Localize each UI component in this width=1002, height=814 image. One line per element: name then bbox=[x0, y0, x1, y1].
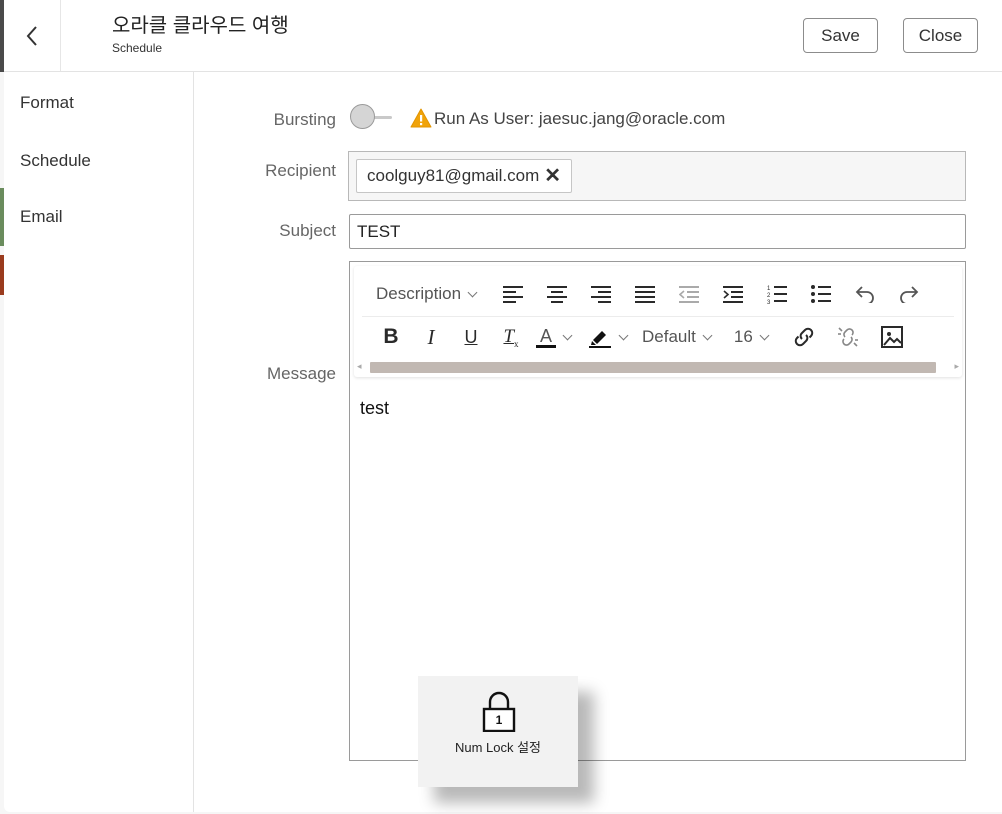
num-lock-digit: 1 bbox=[495, 713, 503, 727]
warning-icon bbox=[410, 108, 432, 128]
svg-text:1: 1 bbox=[767, 286, 771, 292]
clear-formatting-button[interactable]: Tx bbox=[496, 322, 526, 352]
sidebar-item-email[interactable]: Email bbox=[0, 188, 193, 246]
recipient-label: Recipient bbox=[265, 161, 336, 180]
chevron-down-icon bbox=[702, 330, 713, 340]
message-label: Message bbox=[267, 364, 336, 383]
undo-icon bbox=[855, 286, 874, 303]
font-family-label: Default bbox=[642, 327, 696, 346]
font-size-dropdown[interactable]: 16 bbox=[734, 322, 771, 352]
recipient-chip: coolguy81@gmail.com ✕ bbox=[356, 159, 572, 193]
bullet-list-icon bbox=[811, 285, 832, 303]
toolbar-row-1: Description 1 2 3 bbox=[354, 272, 962, 316]
svg-text:2: 2 bbox=[767, 293, 771, 299]
font-color-icon: A bbox=[536, 327, 557, 348]
toolbar-row-2: B I U Tx A Default 16 bbox=[354, 315, 962, 359]
outdent-icon bbox=[679, 286, 700, 303]
sidebar-item-label: Email bbox=[20, 207, 63, 226]
justify-button[interactable] bbox=[629, 279, 661, 309]
sidebar-item-label: Format bbox=[20, 93, 74, 112]
back-button[interactable] bbox=[4, 0, 61, 71]
bullet-list-button[interactable] bbox=[805, 279, 837, 309]
highlight-color-dropdown[interactable] bbox=[588, 322, 630, 352]
numbered-list-icon: 123 bbox=[767, 286, 788, 304]
remove-link-button[interactable] bbox=[833, 322, 863, 352]
paragraph-style-label: Description bbox=[376, 284, 462, 303]
align-center-icon bbox=[547, 286, 568, 303]
indent-button[interactable] bbox=[717, 279, 749, 309]
sidebar: Format Schedule Email bbox=[0, 72, 194, 812]
underline-icon: U bbox=[464, 326, 478, 347]
run-as-user-text: Run As User: jaesuc.jang@oracle.com bbox=[434, 109, 726, 128]
close-button[interactable]: Close bbox=[903, 18, 978, 53]
svg-text:3: 3 bbox=[767, 300, 771, 304]
outdent-button[interactable] bbox=[673, 279, 705, 309]
link-icon bbox=[794, 327, 814, 347]
scroll-right-icon[interactable]: ▸ bbox=[954, 361, 959, 372]
page-subtitle: Schedule bbox=[112, 41, 163, 55]
recipient-field[interactable]: coolguy81@gmail.com ✕ bbox=[348, 151, 966, 201]
unlink-icon bbox=[837, 327, 858, 347]
remove-recipient-icon[interactable]: ✕ bbox=[544, 166, 561, 186]
recipient-chip-label: coolguy81@gmail.com bbox=[367, 166, 540, 185]
scrollbar-thumb[interactable] bbox=[370, 362, 936, 373]
align-left-icon bbox=[503, 286, 524, 303]
italic-icon: I bbox=[427, 324, 435, 349]
paragraph-style-dropdown[interactable]: Description bbox=[376, 279, 479, 309]
insert-image-button[interactable] bbox=[877, 322, 907, 352]
bursting-toggle[interactable] bbox=[350, 104, 396, 130]
toolbar-scrollbar[interactable]: ◂ ▸ bbox=[354, 360, 962, 374]
redo-icon bbox=[900, 286, 919, 303]
bold-icon: B bbox=[383, 325, 399, 348]
align-left-button[interactable] bbox=[497, 279, 529, 309]
header: 오라클 클라우드 여행 Schedule Save Close bbox=[4, 0, 1002, 72]
numbered-list-button[interactable]: 123 bbox=[761, 279, 793, 309]
chevron-down-icon bbox=[562, 330, 573, 340]
justify-icon bbox=[635, 286, 656, 303]
num-lock-notification: 1 Num Lock 설정 bbox=[418, 676, 578, 787]
font-color-dropdown[interactable]: A bbox=[536, 322, 574, 352]
toggle-knob bbox=[350, 104, 375, 129]
italic-button[interactable]: I bbox=[416, 322, 446, 352]
sidebar-item-label: Schedule bbox=[20, 151, 91, 170]
align-right-button[interactable] bbox=[585, 279, 617, 309]
chevron-down-icon bbox=[467, 287, 478, 297]
image-icon bbox=[880, 326, 903, 348]
clear-formatting-icon: Tx bbox=[503, 325, 519, 349]
chevron-down-icon bbox=[618, 330, 629, 340]
editor-toolbar: Description 1 2 3 B I U Tx A Default 16 … bbox=[354, 266, 962, 377]
font-size-label: 16 bbox=[733, 327, 753, 346]
subject-input[interactable] bbox=[349, 214, 966, 249]
bold-button[interactable]: B bbox=[376, 322, 406, 352]
font-family-dropdown[interactable]: Default bbox=[642, 322, 714, 352]
align-right-icon bbox=[591, 286, 612, 303]
bursting-label: Bursting bbox=[273, 110, 336, 129]
undo-button[interactable] bbox=[849, 279, 881, 309]
message-body[interactable]: test bbox=[360, 398, 389, 419]
save-button[interactable]: Save bbox=[803, 18, 878, 53]
highlighter-icon bbox=[589, 331, 612, 348]
redo-button[interactable] bbox=[893, 279, 925, 309]
page-title: 오라클 클라우드 여행 bbox=[112, 15, 289, 37]
align-center-button[interactable] bbox=[541, 279, 573, 309]
sidebar-item-schedule[interactable]: Schedule bbox=[4, 136, 193, 186]
chevron-left-icon bbox=[26, 25, 37, 46]
scroll-left-icon[interactable]: ◂ bbox=[357, 361, 362, 372]
num-lock-text: Num Lock 설정 bbox=[454, 740, 542, 755]
insert-link-button[interactable] bbox=[789, 322, 819, 352]
underline-button[interactable]: U bbox=[456, 322, 486, 352]
indent-icon bbox=[723, 286, 744, 303]
chevron-down-icon bbox=[759, 330, 770, 340]
subject-label: Subject bbox=[279, 221, 336, 240]
sidebar-item-format[interactable]: Format bbox=[4, 78, 193, 128]
